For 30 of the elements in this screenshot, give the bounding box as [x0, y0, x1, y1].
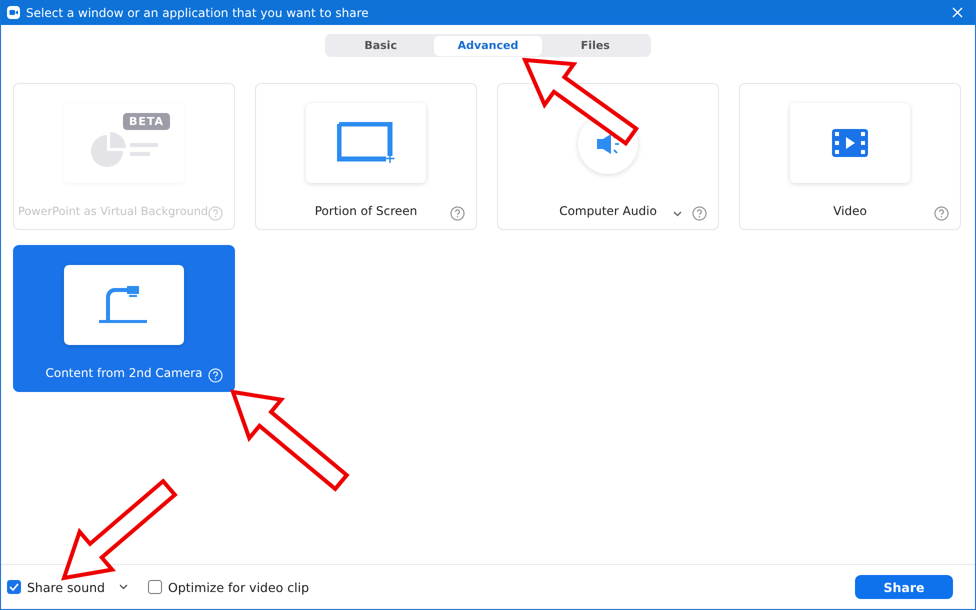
share-button[interactable]: Share — [855, 575, 953, 599]
share-option-tile[interactable]: Computer Audio — [497, 83, 719, 230]
tile-label: Computer Audio — [559, 203, 657, 219]
chevron-down-icon[interactable] — [673, 210, 682, 216]
help-icon[interactable] — [934, 206, 949, 221]
share-option-tile[interactable]: Content from 2nd Camera — [13, 245, 235, 392]
tab[interactable]: Basic — [327, 36, 434, 56]
window-title: Select a window or an application that you want to share — [26, 6, 370, 20]
beta-badge: BETA — [122, 113, 170, 130]
tab[interactable]: Advanced — [434, 36, 542, 56]
film-icon — [832, 129, 868, 157]
screen-region-icon — [337, 122, 395, 164]
share-option-tile[interactable]: Video — [739, 83, 961, 230]
tile-label: Portion of Screen — [314, 203, 418, 219]
tile-label: Content from 2nd Camera — [45, 365, 203, 381]
chevron-down-icon[interactable] — [119, 584, 128, 590]
app-icon — [7, 6, 20, 19]
close-icon[interactable] — [952, 7, 963, 18]
tile-label: PowerPoint as Virtual Background — [18, 204, 208, 220]
tab[interactable]: Files — [542, 36, 649, 56]
checkbox[interactable] — [148, 580, 162, 594]
help-icon[interactable] — [450, 206, 465, 221]
share-option-tile[interactable]: Portion of Screen — [255, 83, 477, 230]
checkbox-label[interactable]: Optimize for video clip — [168, 580, 310, 594]
tile-label: Video — [833, 203, 867, 219]
speaker-icon — [595, 133, 621, 155]
help-icon[interactable] — [692, 206, 707, 221]
document-camera-icon — [99, 286, 149, 324]
checkbox-label[interactable]: Share sound — [27, 580, 105, 594]
checkbox[interactable] — [7, 580, 21, 594]
